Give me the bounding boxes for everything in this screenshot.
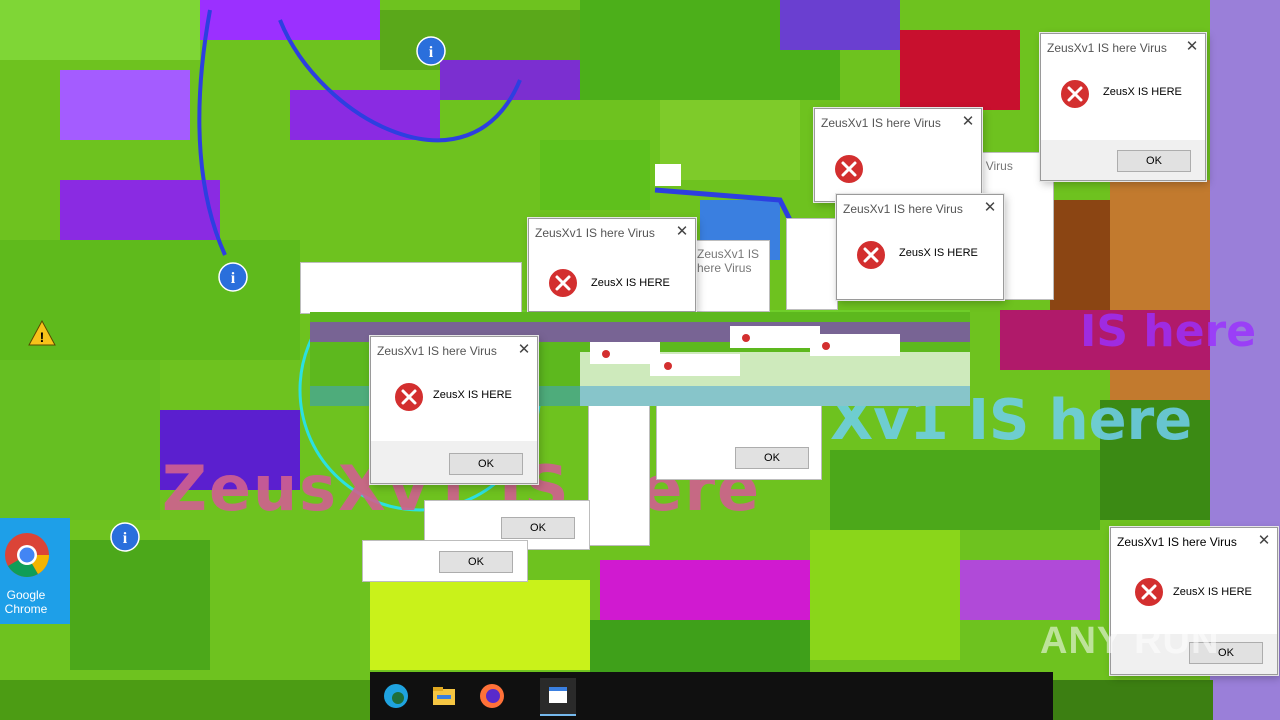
- dialog-title: ZeusXv1 IS here Virus: [821, 116, 941, 130]
- ok-button[interactable]: OK: [439, 551, 513, 573]
- ghost-dialog: [786, 218, 838, 310]
- watermark: ANY RUN: [1040, 620, 1220, 662]
- info-icon: i: [416, 36, 446, 66]
- close-icon[interactable]: ✕: [977, 195, 1003, 221]
- dialog-title: ZeusXv1 IS here Virus: [1047, 41, 1167, 55]
- dialog-footer: OK: [1041, 140, 1205, 180]
- overlay-text-purple: IS here: [1080, 306, 1257, 357]
- ok-button[interactable]: OK: [735, 447, 809, 469]
- running-app-icon[interactable]: [540, 678, 576, 716]
- close-icon[interactable]: ✕: [511, 337, 537, 363]
- virus-dialog: ZeusXv1 IS here Virus ✕ ZeusX IS HERE OK: [370, 336, 538, 484]
- error-icon: [547, 267, 579, 299]
- ok-button[interactable]: OK: [501, 517, 575, 539]
- edge-icon[interactable]: [380, 680, 412, 712]
- dialog-title: ZeusXv1 IS here Virus: [843, 202, 963, 216]
- dialog-body: ZeusX IS HERE: [529, 247, 695, 311]
- dialog-title: ZeusXv1 IS here Virus: [1117, 535, 1237, 549]
- dialog-title: ZeusXv1 IS here Virus: [535, 226, 655, 240]
- warning-icon: !: [28, 320, 56, 346]
- ghost-dialog: [300, 262, 522, 314]
- chrome-shortcut-label: Google Chrome: [4, 588, 48, 616]
- dialog-title: ZeusXv1 IS here Virus: [377, 344, 497, 358]
- chrome-icon: [5, 533, 49, 577]
- dialog-titlebar: ZeusXv1 IS here Virus ✕: [371, 337, 537, 365]
- dialog-titlebar: ZeusXv1 IS here Virus ✕: [1111, 528, 1277, 556]
- dialog-titlebar: ZeusXv1 IS here Virus ✕: [529, 219, 695, 247]
- svg-text:!: !: [40, 329, 45, 345]
- taskbar: [370, 672, 1053, 720]
- dialog-titlebar: ZeusXv1 IS here Virus ✕: [837, 195, 1003, 223]
- error-icon: [1059, 78, 1091, 110]
- virus-dialog: ZeusXv1 IS here Virus ✕ ZeusX IS HERE: [836, 194, 1004, 300]
- dialog-message: ZeusX IS HERE: [433, 389, 512, 401]
- virus-dialog: ZeusXv1 IS here Virus ✕: [814, 108, 982, 202]
- error-icon: [393, 381, 425, 413]
- svg-text:i: i: [231, 270, 236, 287]
- firefox-icon[interactable]: [476, 680, 508, 712]
- file-explorer-icon[interactable]: [428, 680, 460, 712]
- ghost-dialog: [588, 404, 650, 546]
- virus-dialog: ZeusXv1 IS here Virus ✕ ZeusX IS HERE: [528, 218, 696, 312]
- close-icon[interactable]: ✕: [669, 219, 695, 245]
- ok-button[interactable]: OK: [1117, 150, 1191, 172]
- dialog-titlebar: ZeusXv1 IS here Virus ✕: [1041, 34, 1205, 62]
- ghost-dialog: OK: [362, 540, 528, 582]
- dialog-footer: OK: [371, 441, 537, 483]
- chrome-desktop-shortcut[interactable]: Google Chrome: [0, 518, 70, 624]
- dialog-message: ZeusX IS HERE: [591, 277, 670, 289]
- info-icon: i: [110, 522, 140, 552]
- ghost-dialog-title: ZeusXv1 IS here Virus: [697, 247, 760, 275]
- dialog-titlebar: ZeusXv1 IS here Virus ✕: [815, 109, 981, 137]
- virus-dialog: ZeusXv1 IS here Virus ✕ ZeusX IS HERE OK: [1040, 33, 1206, 181]
- dialog-message: ZeusX IS HERE: [1173, 586, 1252, 598]
- close-icon[interactable]: ✕: [1251, 528, 1277, 554]
- svg-text:i: i: [429, 44, 434, 61]
- dialog-body: ZeusX IS HERE: [1041, 62, 1205, 140]
- svg-text:i: i: [123, 530, 128, 547]
- window-icon: [549, 687, 567, 703]
- dialog-body: [815, 137, 981, 201]
- ghost-dialog: OK: [656, 404, 822, 480]
- dialog-message: ZeusX IS HERE: [899, 247, 978, 259]
- error-icon: [1133, 576, 1165, 608]
- dialog-message: ZeusX IS HERE: [1103, 86, 1182, 98]
- error-icon: [833, 153, 865, 185]
- dialog-body: ZeusX IS HERE: [837, 223, 1003, 299]
- ok-button[interactable]: OK: [449, 453, 523, 475]
- error-icon: [855, 239, 887, 271]
- close-icon[interactable]: ✕: [955, 109, 981, 135]
- info-icon: i: [218, 262, 248, 292]
- close-icon[interactable]: ✕: [1179, 34, 1205, 60]
- dialog-body: ZeusX IS HERE: [371, 365, 537, 441]
- ghost-dialog: ZeusXv1 IS here Virus: [690, 240, 770, 312]
